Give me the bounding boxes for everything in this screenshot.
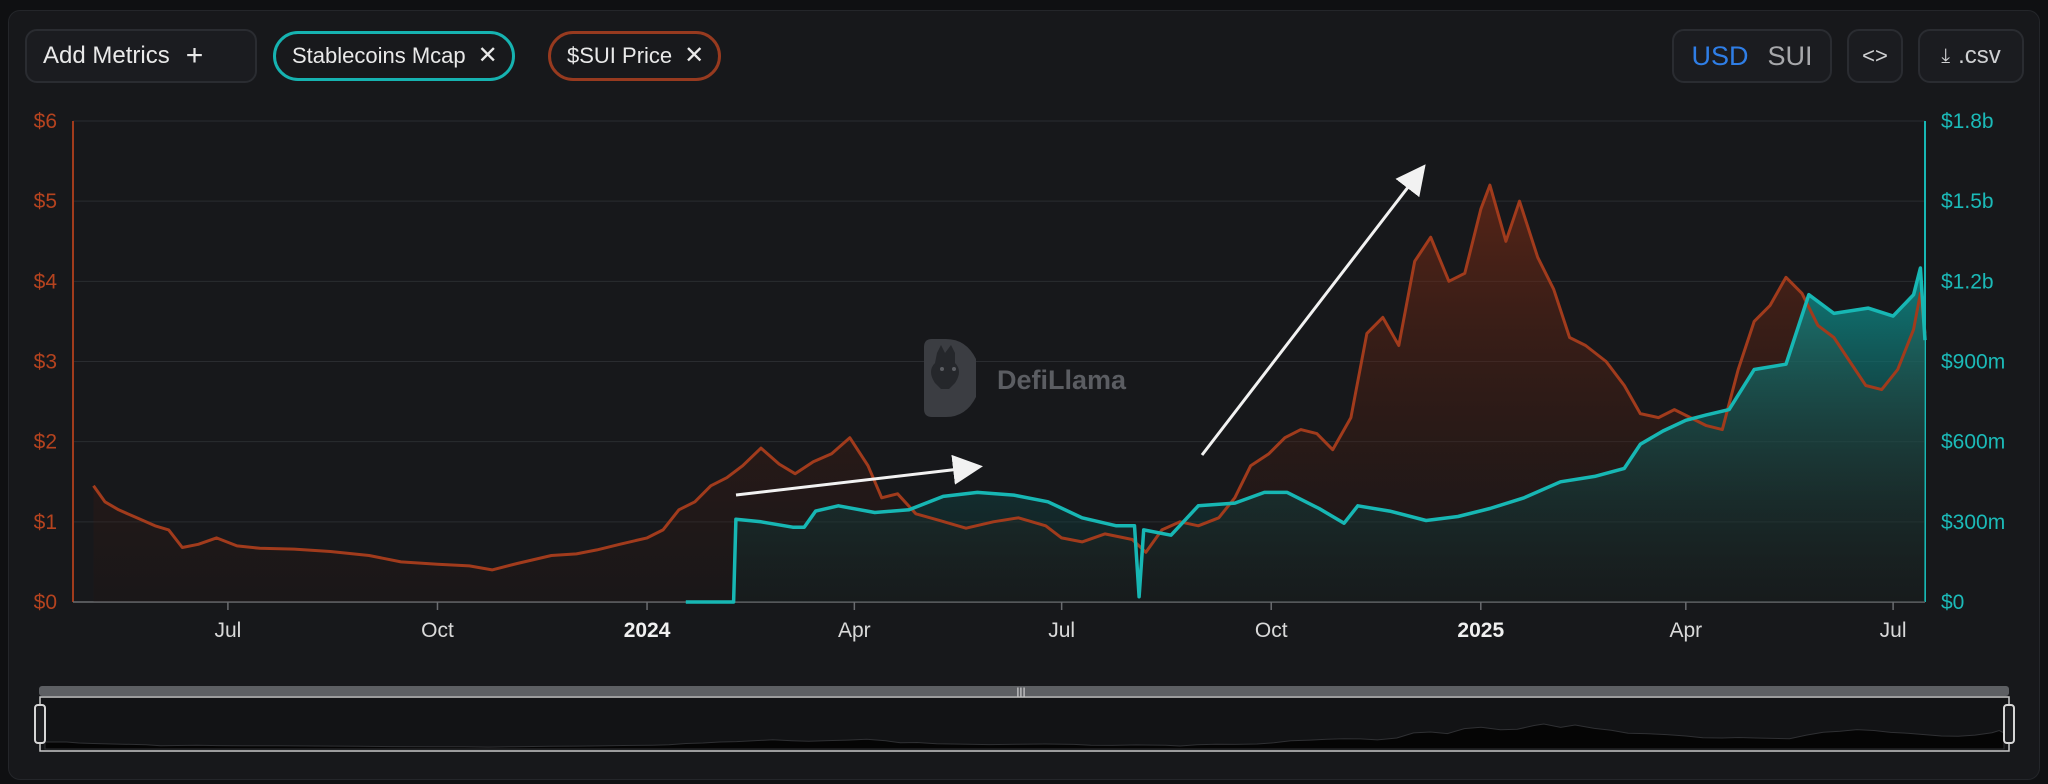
x-axis: Jul Oct 2024 Apr Jul Oct 2025 Apr Jul: [73, 601, 1925, 642]
y-axis-right: $0 $300m $600m $900m $1.2b $1.5b $1.8b: [1924, 110, 2005, 614]
x-tick-label: Apr: [838, 619, 871, 642]
navigator-handle-right[interactable]: [2003, 704, 2015, 744]
x-tick-label: Jul: [1880, 619, 1907, 642]
watermark: DefiLlama: [924, 339, 1127, 417]
y-right-tick-label: $300m: [1941, 511, 2005, 534]
x-tick-label: 2024: [624, 619, 671, 642]
watermark-text: DefiLlama: [997, 365, 1127, 395]
y-right-tick-label: $600m: [1941, 431, 2005, 454]
y-left-tick-label: $2: [34, 431, 57, 454]
x-tick-label: Apr: [1669, 619, 1702, 642]
y-right-tick-label: $1.8b: [1941, 110, 1994, 133]
line-chart[interactable]: $0 $1 $2 $3 $4 $5 $6 $0 $300m $600m $900m $1.2b $1.…: [9, 11, 2039, 779]
y-left-tick-label: $0: [34, 591, 57, 614]
y-left-tick-label: $5: [34, 190, 57, 213]
x-tick-label: Jul: [214, 619, 241, 642]
y-left-tick-label: $3: [34, 351, 57, 374]
llama-logo-icon: [924, 339, 976, 417]
y-left-tick-label: $6: [34, 110, 57, 133]
y-right-tick-label: $900m: [1941, 351, 2005, 374]
navigator-handle-left[interactable]: [34, 704, 46, 744]
y-left-tick-label: $1: [34, 511, 57, 534]
y-right-tick-label: $1.2b: [1941, 270, 1994, 293]
y-right-tick-label: $1.5b: [1941, 190, 1994, 213]
x-tick-label: Oct: [421, 619, 454, 642]
y-left-tick-label: $4: [34, 270, 58, 293]
x-tick-label: 2025: [1457, 619, 1504, 642]
x-tick-label: Jul: [1048, 619, 1075, 642]
range-navigator[interactable]: |||: [34, 685, 2015, 752]
x-tick-label: Oct: [1255, 619, 1288, 642]
chart-panel: Add Metrics + Stablecoins Mcap ✕ $SUI Pr…: [8, 10, 2040, 780]
y-axis-left: $0 $1 $2 $3 $4 $5 $6: [34, 110, 74, 614]
y-right-tick-label: $0: [1941, 591, 1964, 614]
